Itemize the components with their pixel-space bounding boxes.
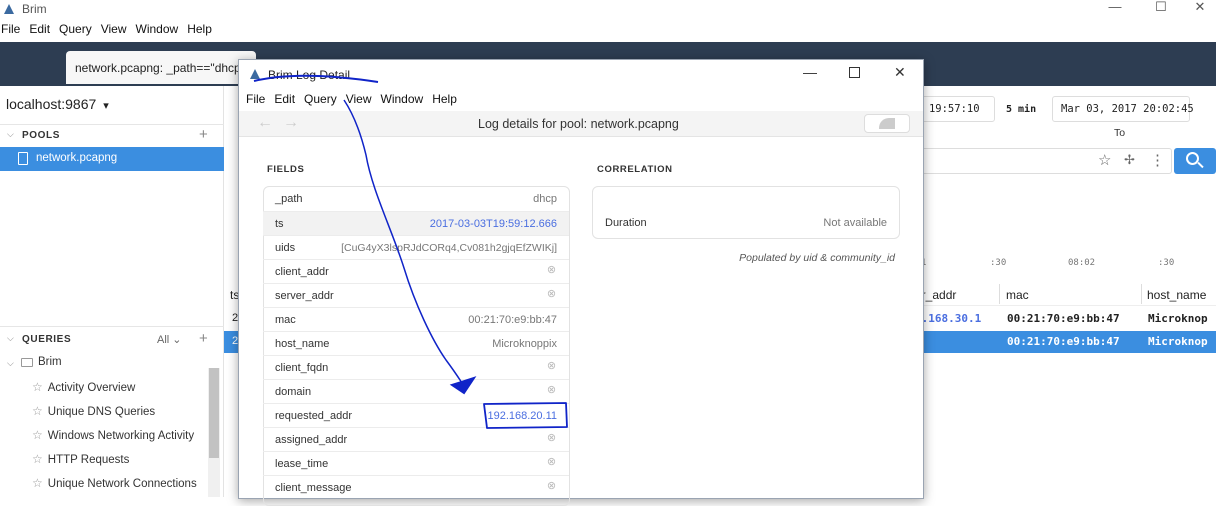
title-underline-annotation bbox=[253, 74, 379, 83]
circle-annotation bbox=[483, 402, 568, 429]
arrow-annotation bbox=[343, 99, 465, 387]
arrow-head-annotation bbox=[449, 376, 477, 395]
annotation-overlay bbox=[253, 74, 568, 429]
